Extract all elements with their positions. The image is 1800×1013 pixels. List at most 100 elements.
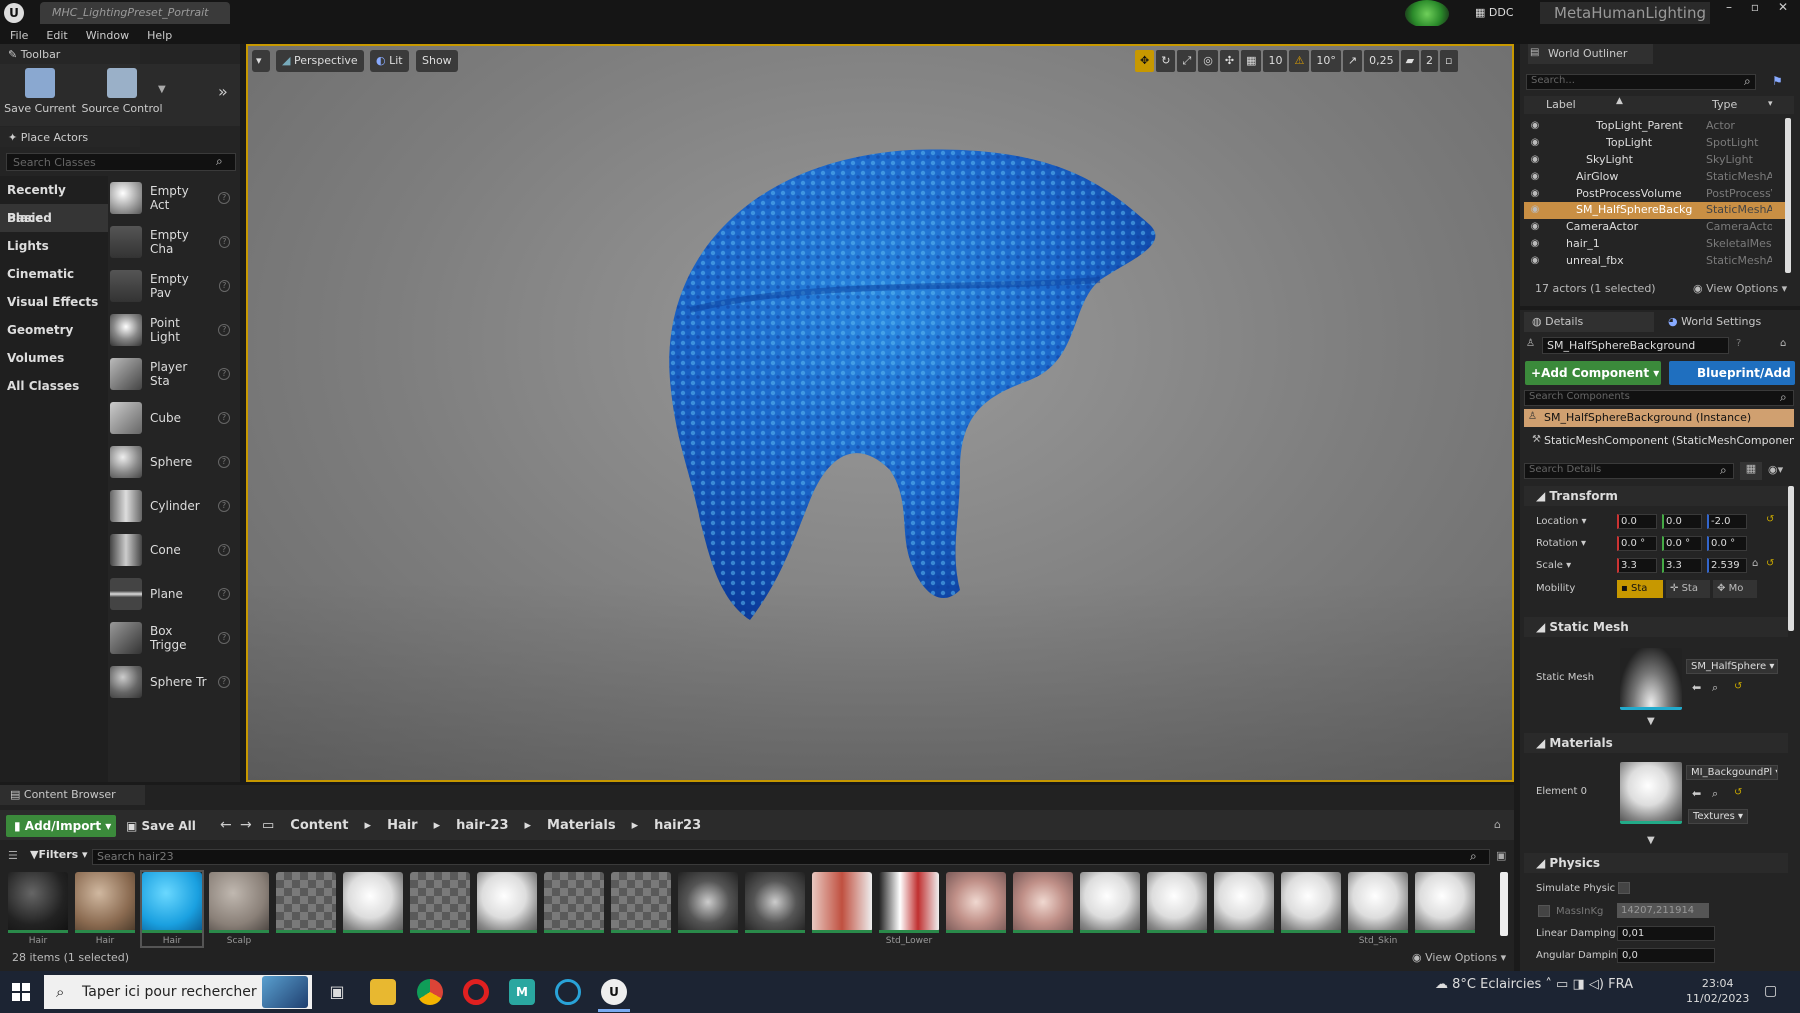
chevron-down-icon[interactable]: ▾ xyxy=(1768,99,1773,109)
details-search-input[interactable]: Search Details xyxy=(1524,463,1734,479)
outliner-row[interactable]: ◉ AirGlow StaticMeshAc xyxy=(1524,169,1786,186)
mass-override-checkbox[interactable] xyxy=(1538,905,1550,917)
help-icon[interactable]: ? xyxy=(218,324,230,336)
outliner-row[interactable]: ◉ PostProcessVolume PostProcessV xyxy=(1524,186,1786,203)
outliner-row[interactable]: ◉ TopLight SpotLight xyxy=(1524,135,1786,152)
visibility-eye-icon[interactable]: ◉ xyxy=(1524,135,1546,152)
actor-item[interactable]: Cylinder? xyxy=(110,484,238,528)
mass-input[interactable]: 14207,211914 xyxy=(1617,903,1709,918)
language-indicator[interactable]: FRA xyxy=(1608,977,1633,992)
asset-tile[interactable] xyxy=(611,872,671,946)
rotation-y-input[interactable]: 0.0 ° xyxy=(1662,536,1702,551)
save-current-button[interactable]: Save Current xyxy=(4,66,76,122)
maximize-viewport-icon[interactable]: ▫ xyxy=(1440,50,1458,72)
outliner-row[interactable]: ◉ SkyLight SkyLight xyxy=(1524,152,1786,169)
category-visual-effects[interactable]: Visual Effects xyxy=(0,288,108,316)
label-column-header[interactable]: Label xyxy=(1546,98,1576,111)
back-arrow-icon[interactable]: ← xyxy=(220,817,232,833)
breadcrumb-content[interactable]: Content xyxy=(290,815,348,837)
category-volumes[interactable]: Volumes xyxy=(0,344,108,372)
asset-tile[interactable]: Std_Lower xyxy=(879,872,939,946)
outliner-search-input[interactable]: Search... xyxy=(1526,74,1756,90)
category-recently-placed[interactable]: Recently Placed xyxy=(0,176,108,225)
asset-tile[interactable]: Scalp xyxy=(209,872,269,946)
windows-start-icon[interactable] xyxy=(12,983,30,1001)
location-label[interactable]: Location ▾ xyxy=(1536,516,1587,527)
actor-item[interactable]: Empty Cha? xyxy=(110,220,238,264)
asset-tile[interactable] xyxy=(678,872,738,946)
details-tab[interactable]: ◍ Details xyxy=(1524,312,1654,332)
asset-tile[interactable] xyxy=(410,872,470,946)
visibility-eye-icon[interactable]: ◉ xyxy=(1524,202,1546,219)
expand-toolbar-icon[interactable]: » xyxy=(218,82,228,101)
outliner-scrollbar[interactable] xyxy=(1785,118,1791,273)
asset-tile[interactable]: Hair xyxy=(8,872,68,946)
chevron-up-icon[interactable]: ˄ xyxy=(1545,977,1556,992)
outliner-row[interactable]: ◉ TopLight_Parent Actor xyxy=(1524,118,1786,135)
clock[interactable]: 23:04 11/02/2023 xyxy=(1686,976,1749,1006)
actor-item[interactable]: Box Trigge? xyxy=(110,616,238,660)
save-all-button[interactable]: ▣ Save All xyxy=(126,815,196,837)
help-icon[interactable]: ? xyxy=(218,500,230,512)
unreal-logo-icon[interactable]: U xyxy=(4,3,24,23)
content-browser-tab[interactable]: ▤ Content Browser xyxy=(0,785,145,805)
help-icon[interactable]: ? xyxy=(218,632,230,644)
app-c-icon[interactable] xyxy=(555,979,581,1005)
file-explorer-icon[interactable] xyxy=(370,979,396,1005)
mobility-movable-button[interactable]: ✥ Mo xyxy=(1713,580,1757,598)
forward-arrow-icon[interactable]: → xyxy=(240,817,252,833)
outliner-row[interactable]: ◉ unreal_fbx StaticMeshAc xyxy=(1524,253,1786,270)
rotation-label[interactable]: Rotation ▾ xyxy=(1536,538,1586,549)
outliner-view-options[interactable]: ◉ View Options ▾ xyxy=(1693,282,1787,295)
chevron-right-icon[interactable]: ▸ xyxy=(365,815,372,837)
document-tab[interactable]: MHC_LightingPreset_Portrait xyxy=(40,2,230,24)
asset-tile[interactable] xyxy=(812,872,872,946)
world-settings-tab[interactable]: ◕ World Settings xyxy=(1660,312,1796,332)
scale-y-input[interactable]: 3.3 xyxy=(1662,558,1702,573)
asset-tile[interactable] xyxy=(343,872,403,946)
outliner-row[interactable]: ◉ SM_HalfSphereBackg StaticMeshAc xyxy=(1524,202,1786,220)
chevron-right-icon[interactable]: ▸ xyxy=(525,815,532,837)
rotate-icon[interactable]: ↻ xyxy=(1156,50,1176,72)
visibility-eye-icon[interactable]: ◉ xyxy=(1524,219,1546,236)
textures-dropdown[interactable]: Textures ▾ xyxy=(1688,809,1748,824)
weather-icon[interactable]: ☁ xyxy=(1435,977,1452,992)
category-geometry[interactable]: Geometry xyxy=(0,316,108,344)
filters-button[interactable]: ▼Filters ▾ xyxy=(30,848,88,861)
asset-tile[interactable] xyxy=(946,872,1006,946)
add-import-button[interactable]: ▮ Add/Import ▾ xyxy=(6,815,116,837)
visibility-eye-icon[interactable]: ◉ xyxy=(1524,236,1546,253)
lock-icon[interactable]: ⌂ xyxy=(1494,818,1501,831)
help-icon[interactable]: ? xyxy=(218,676,230,688)
opera-icon[interactable] xyxy=(463,979,489,1005)
expand-advanced-icon[interactable]: ▼ xyxy=(1647,835,1655,846)
static-mesh-section[interactable]: ◢ Static Mesh xyxy=(1524,617,1788,637)
search-highlight-image[interactable] xyxy=(262,976,308,1008)
scale-label[interactable]: Scale ▾ xyxy=(1536,560,1571,571)
menu-file[interactable]: File xyxy=(10,29,28,42)
scale-icon[interactable]: ⤢ xyxy=(1177,50,1197,72)
asset-tile[interactable] xyxy=(1080,872,1140,946)
battery-icon[interactable]: ▭ xyxy=(1556,977,1572,992)
live-coding-icon[interactable] xyxy=(1405,0,1449,28)
task-view-icon[interactable]: ▣ xyxy=(324,979,350,1005)
breadcrumb-materials[interactable]: Materials xyxy=(547,815,616,837)
asset-tile[interactable]: Std_Skin xyxy=(1348,872,1408,946)
asset-tile[interactable] xyxy=(1013,872,1073,946)
help-icon[interactable]: ? xyxy=(218,280,230,292)
type-column-header[interactable]: Type xyxy=(1712,98,1737,111)
help-icon[interactable]: ? xyxy=(218,544,230,556)
help-icon[interactable]: ? xyxy=(218,588,230,600)
perspective-button[interactable]: ◢ Perspective xyxy=(276,50,364,72)
grid-snap-value[interactable]: 10 xyxy=(1263,50,1288,72)
world-outliner-tab[interactable]: World Outliner xyxy=(1528,44,1653,64)
asset-tile[interactable] xyxy=(1415,872,1475,946)
source-control-dropdown-icon[interactable]: ▼ xyxy=(158,84,166,95)
component-search-input[interactable]: Search Components xyxy=(1524,390,1794,406)
category-basic[interactable]: Basic xyxy=(0,204,108,232)
breadcrumb-hair[interactable]: Hair xyxy=(387,815,418,837)
search-classes-input[interactable]: Search Classes xyxy=(6,153,236,171)
location-y-input[interactable]: 0.0 xyxy=(1662,514,1702,529)
use-selected-arrow-icon[interactable]: ⬅ xyxy=(1692,681,1701,694)
asset-tile[interactable] xyxy=(745,872,805,946)
